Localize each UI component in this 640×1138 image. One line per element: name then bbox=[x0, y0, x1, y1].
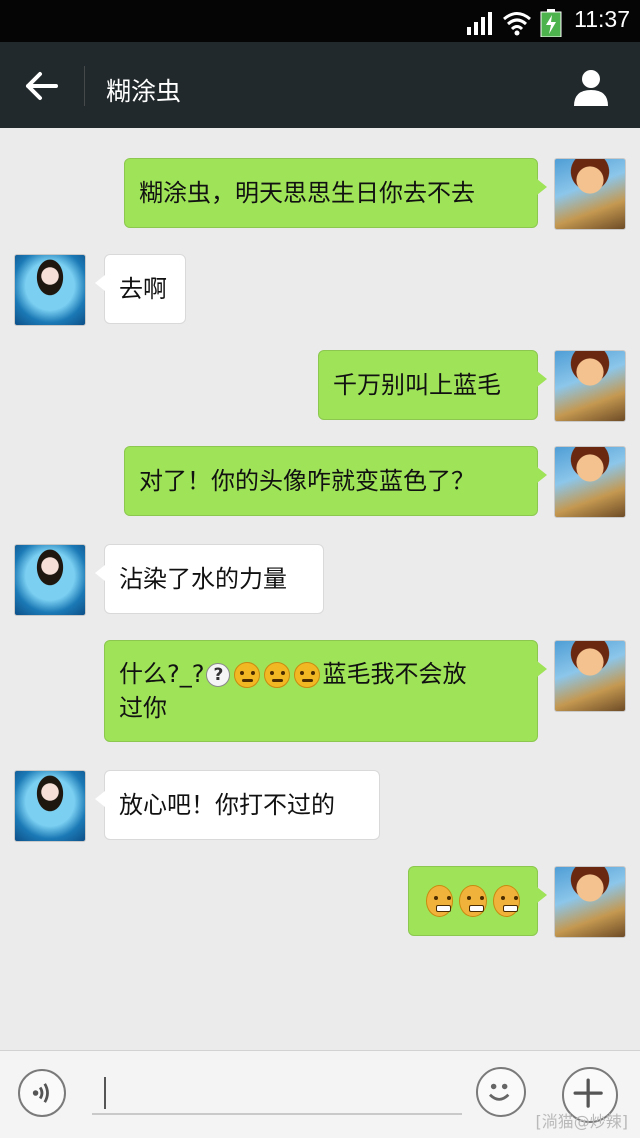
chat-title: 糊涂虫 bbox=[106, 77, 182, 106]
avatar-contact[interactable] bbox=[14, 254, 86, 326]
avatar-contact[interactable] bbox=[14, 544, 86, 616]
status-bar: 11:37 bbox=[0, 0, 640, 42]
message-text-part: 什么?_? bbox=[119, 660, 205, 688]
angry-face-emoji-icon bbox=[234, 662, 261, 688]
grimace-emoji-icon bbox=[459, 885, 487, 917]
message-bubble-out[interactable]: 糊涂虫，明天思思生日你去不去 bbox=[124, 158, 547, 228]
message-text: 去啊 bbox=[119, 275, 167, 303]
angry-face-emoji-icon bbox=[264, 662, 291, 688]
message-bubble-out[interactable]: 千万别叫上蓝毛 bbox=[318, 350, 547, 420]
avatar-contact[interactable] bbox=[14, 770, 86, 842]
battery-charging-icon bbox=[540, 9, 562, 37]
title-divider bbox=[84, 66, 85, 106]
voice-input-button[interactable] bbox=[18, 1069, 66, 1117]
message-bubble-in[interactable]: 放心吧！你打不过的 bbox=[95, 770, 380, 840]
voice-icon bbox=[32, 1083, 49, 1103]
message-text: 糊涂虫，明天思思生日你去不去 bbox=[139, 179, 475, 207]
message-text: 千万别叫上蓝毛 bbox=[333, 371, 501, 399]
input-bar: [淌猫@炒辣] bbox=[0, 1050, 640, 1138]
back-arrow-icon[interactable] bbox=[22, 66, 62, 106]
emoji-button[interactable] bbox=[476, 1067, 526, 1117]
wifi-icon bbox=[503, 12, 531, 36]
grimace-emoji-icon bbox=[492, 885, 520, 917]
signal-icon bbox=[467, 12, 492, 35]
message-input[interactable] bbox=[92, 1071, 462, 1115]
message-bubble-out[interactable]: 什么?_?? 蓝毛我不会放 过你 bbox=[104, 640, 547, 742]
message-bubble-out[interactable]: 对了！你的头像咋就变蓝色了？ bbox=[124, 446, 547, 516]
grimace-emoji-icon bbox=[426, 885, 454, 917]
message-bubble-in[interactable]: 去啊 bbox=[95, 254, 186, 324]
chat-area[interactable]: 糊涂虫，明天思思生日你去不去 去啊 千万别叫上蓝毛 对了！你的头像咋就变蓝色了？… bbox=[0, 128, 640, 1050]
title-bar: 糊涂虫 bbox=[0, 42, 640, 128]
message-bubble-in[interactable]: 沾染了水的力量 bbox=[95, 544, 324, 614]
message-text: 对了！你的头像咋就变蓝色了？ bbox=[139, 467, 475, 495]
angry-face-emoji-icon bbox=[294, 662, 321, 688]
profile-icon[interactable] bbox=[572, 68, 610, 106]
message-text: 沾染了水的力量 bbox=[119, 565, 287, 593]
avatar-self[interactable] bbox=[554, 350, 626, 422]
message-bubble-out[interactable] bbox=[408, 866, 547, 936]
question-emoji-icon: ? bbox=[206, 663, 231, 687]
watermark: [淌猫@炒辣] bbox=[535, 1112, 629, 1131]
message-text-part: 蓝毛我不会放 bbox=[322, 660, 467, 688]
avatar-self[interactable] bbox=[554, 446, 626, 518]
smiley-icon bbox=[488, 1083, 510, 1101]
avatar-self[interactable] bbox=[554, 158, 626, 230]
avatar-self[interactable] bbox=[554, 866, 626, 938]
message-text-part: 过你 bbox=[119, 694, 167, 722]
avatar-self[interactable] bbox=[554, 640, 626, 712]
text-cursor bbox=[104, 1077, 106, 1109]
message-text: 放心吧！你打不过的 bbox=[119, 791, 335, 819]
status-time: 11:37 bbox=[574, 6, 630, 32]
